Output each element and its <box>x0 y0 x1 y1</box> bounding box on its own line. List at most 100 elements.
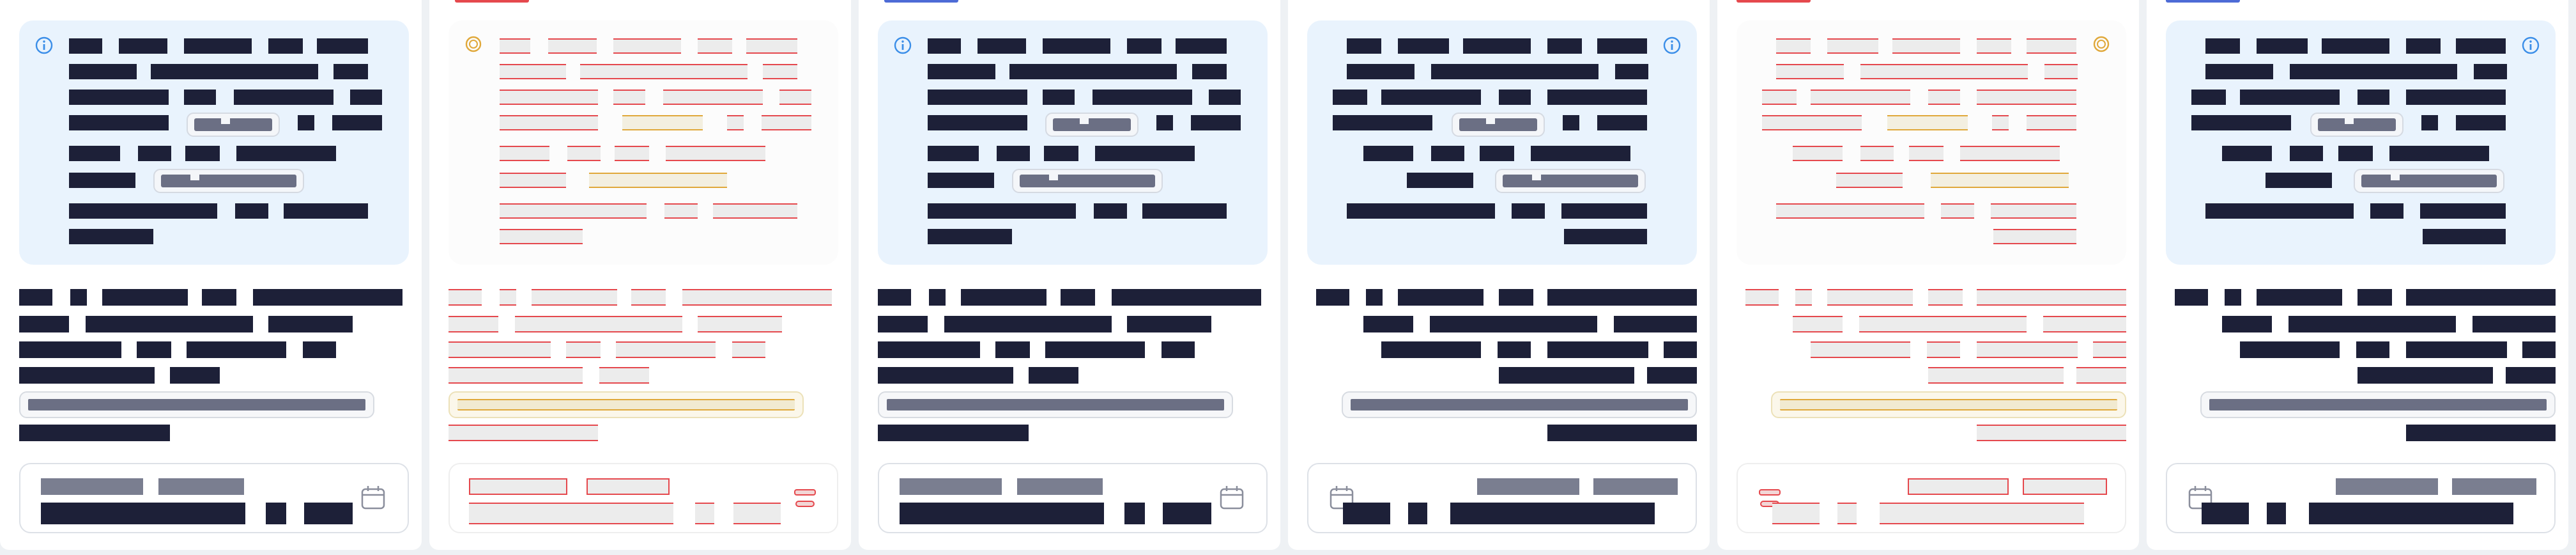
info-icon[interactable] <box>34 36 54 55</box>
calendar-icon[interactable] <box>1218 483 1246 512</box>
text-input[interactable] <box>448 391 804 418</box>
ring-icon[interactable] <box>464 35 483 54</box>
flagged-text[interactable] <box>1991 203 2076 219</box>
flagged-text[interactable] <box>448 425 598 441</box>
flagged-text[interactable] <box>1909 146 1943 161</box>
flagged-text[interactable] <box>713 203 797 219</box>
flagged-text[interactable] <box>1827 38 1878 54</box>
flagged-text[interactable] <box>1859 316 2027 332</box>
flagged-text[interactable] <box>1762 90 1797 105</box>
flagged-text[interactable] <box>1745 289 1779 306</box>
flagged-text[interactable] <box>1928 90 1960 105</box>
flagged-text[interactable] <box>500 90 598 105</box>
flagged-text[interactable] <box>1960 146 2060 161</box>
calendar-icon[interactable] <box>359 483 387 512</box>
flagged-text[interactable] <box>1928 289 1963 306</box>
flagged-text[interactable] <box>746 38 797 54</box>
inline-chip[interactable] <box>1495 169 1646 193</box>
flagged-text[interactable] <box>762 115 811 130</box>
text-input[interactable] <box>2200 391 2556 418</box>
flagged-text[interactable] <box>1836 173 1903 188</box>
flagged-text[interactable] <box>666 146 765 161</box>
flagged-text[interactable] <box>500 173 566 188</box>
calendar-icon[interactable] <box>791 483 819 512</box>
flagged-chip[interactable] <box>1887 115 1968 130</box>
inline-chip[interactable] <box>153 169 304 193</box>
flagged-text[interactable] <box>727 115 744 130</box>
flagged-text[interactable] <box>1776 64 1844 79</box>
flagged-text[interactable] <box>1776 38 1811 54</box>
flagged-text[interactable] <box>1977 90 2076 105</box>
flagged-text[interactable] <box>1977 425 2126 441</box>
flagged-text[interactable] <box>631 289 666 306</box>
flagged-text[interactable] <box>1892 38 1960 54</box>
flagged-text[interactable] <box>1811 341 1910 358</box>
flagged-text[interactable] <box>1977 38 2011 54</box>
flagged-text[interactable] <box>1941 203 1974 219</box>
inline-chip[interactable] <box>187 113 280 137</box>
flagged-text[interactable] <box>567 146 601 161</box>
flagged-text[interactable] <box>599 367 649 384</box>
ring-icon[interactable] <box>2092 35 2111 54</box>
flagged-text[interactable] <box>500 146 549 161</box>
flagged-text[interactable] <box>615 146 649 161</box>
flagged-text[interactable] <box>1811 90 1910 105</box>
flagged-text[interactable] <box>548 38 597 54</box>
text-input[interactable] <box>878 391 1233 418</box>
flagged-text[interactable] <box>515 316 682 332</box>
flagged-chip[interactable] <box>622 115 703 130</box>
flagged-text[interactable] <box>1795 289 1812 306</box>
flagged-text[interactable] <box>566 341 601 358</box>
flagged-text[interactable] <box>500 38 530 54</box>
inline-chip[interactable] <box>2354 169 2504 193</box>
date-field[interactable] <box>878 463 1268 533</box>
date-field[interactable] <box>19 463 409 533</box>
flagged-text[interactable] <box>664 203 698 219</box>
inline-chip[interactable] <box>1452 113 1545 137</box>
flagged-text[interactable] <box>1827 289 1913 306</box>
info-icon[interactable] <box>2521 36 2540 55</box>
inline-chip[interactable] <box>1012 169 1163 193</box>
flagged-chip[interactable] <box>589 173 727 188</box>
flagged-text[interactable] <box>1793 146 1843 161</box>
flagged-text[interactable] <box>732 341 765 358</box>
flagged-text[interactable] <box>448 341 551 358</box>
flagged-text[interactable] <box>580 64 747 79</box>
flagged-text[interactable] <box>1992 115 2009 130</box>
flagged-text[interactable] <box>500 64 566 79</box>
flagged-text[interactable] <box>448 316 498 332</box>
flagged-text[interactable] <box>2043 316 2126 332</box>
flagged-text[interactable] <box>1860 64 2028 79</box>
info-icon[interactable] <box>1662 36 1682 55</box>
flagged-text[interactable] <box>2093 341 2126 358</box>
flagged-text[interactable] <box>1977 341 2078 358</box>
inline-chip[interactable] <box>2310 113 2404 137</box>
flagged-text[interactable] <box>500 229 583 244</box>
flagged-text[interactable] <box>1762 115 1862 130</box>
flagged-text[interactable] <box>2027 115 2076 130</box>
flagged-text[interactable] <box>2044 64 2078 79</box>
flagged-text[interactable] <box>532 289 617 306</box>
date-field[interactable] <box>448 463 838 533</box>
flagged-text[interactable] <box>682 289 832 306</box>
flagged-text[interactable] <box>613 90 645 105</box>
flagged-text[interactable] <box>1776 203 1924 219</box>
inline-chip[interactable] <box>1045 113 1138 137</box>
flagged-text[interactable] <box>763 64 797 79</box>
date-field[interactable] <box>1307 463 1697 533</box>
flagged-text[interactable] <box>616 341 716 358</box>
info-icon[interactable] <box>893 36 912 55</box>
flagged-text[interactable] <box>1993 229 2076 244</box>
date-field[interactable] <box>1736 463 2126 533</box>
flagged-text[interactable] <box>448 367 583 384</box>
flagged-text[interactable] <box>2027 38 2076 54</box>
flagged-text[interactable] <box>1927 341 1960 358</box>
flagged-text[interactable] <box>2076 367 2126 384</box>
text-input[interactable] <box>19 391 374 418</box>
text-input[interactable] <box>1771 391 2126 418</box>
flagged-text[interactable] <box>500 203 647 219</box>
flagged-chip[interactable] <box>1931 173 2069 188</box>
flagged-text[interactable] <box>1860 146 1894 161</box>
flagged-text[interactable] <box>779 90 811 105</box>
flagged-text[interactable] <box>1977 289 2126 306</box>
